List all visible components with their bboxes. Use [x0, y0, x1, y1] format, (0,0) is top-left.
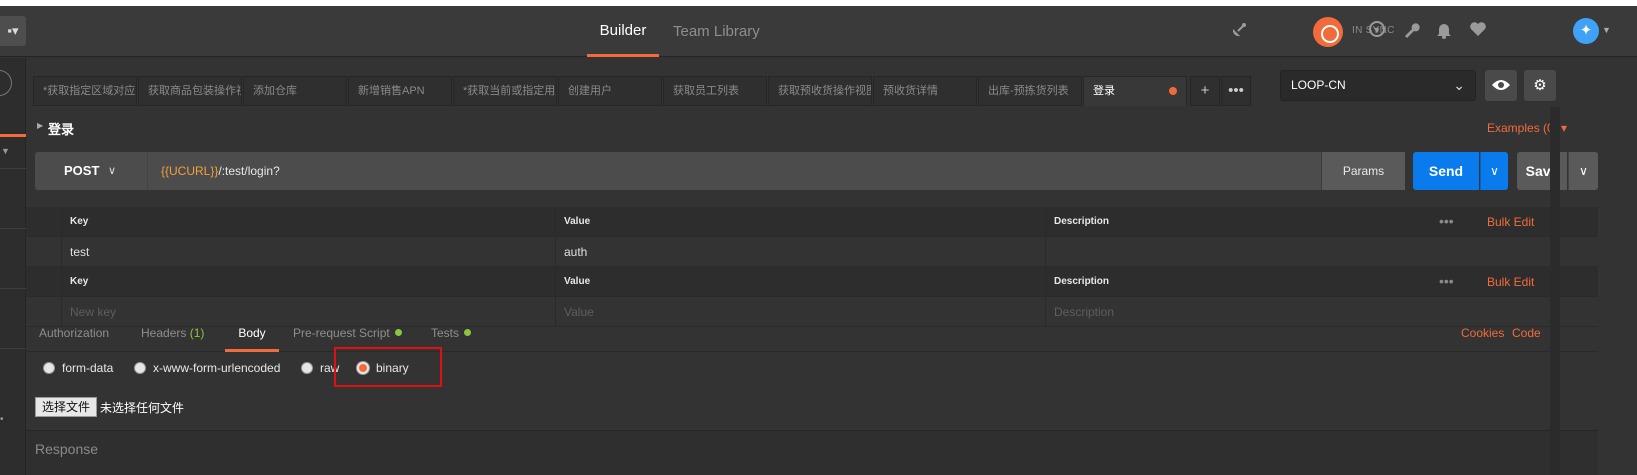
postman-window: ▪▾ Builder Team Library IN SYNC ✦ ▼ ▼ •	[0, 6, 1637, 475]
request-tab-label: 登录	[1093, 85, 1115, 97]
gear-icon[interactable]: ⚙	[1524, 70, 1556, 101]
column-value: Value	[555, 267, 1045, 297]
request-tab[interactable]: 添加仓库	[243, 76, 347, 106]
code-link[interactable]: Code	[1512, 318, 1541, 352]
url-path: /:test/login?	[218, 164, 280, 178]
divider	[0, 228, 26, 229]
table-row: test auth	[26, 237, 1598, 267]
active-dot-icon	[464, 329, 472, 336]
sync-icon[interactable]	[1313, 17, 1343, 47]
method-label: POST	[64, 163, 100, 178]
radio-x-www-form-urlencoded[interactable]: x-www-form-urlencoded	[134, 358, 280, 378]
request-tab[interactable]: 创建用户	[558, 76, 662, 106]
divider	[0, 168, 26, 169]
chevron-down-icon[interactable]: ▼	[1602, 25, 1611, 35]
environment-label: LOOP-CN	[1291, 78, 1346, 92]
bell-icon[interactable]	[1433, 21, 1455, 43]
chevron-right-icon[interactable]: ▶	[37, 121, 43, 130]
save-options-chevron-icon[interactable]: ∨	[1568, 152, 1598, 190]
bulk-edit-link[interactable]: Bulk Edit	[1487, 207, 1534, 237]
eye-icon[interactable]	[1485, 70, 1517, 101]
request-tab[interactable]: 预收货详情	[873, 76, 977, 106]
send-button[interactable]: Send	[1413, 152, 1479, 190]
request-tab-active[interactable]: 登录	[1083, 76, 1187, 106]
request-tab[interactable]: *获取指定区域对应的	[33, 76, 137, 106]
column-key: Key	[61, 207, 555, 237]
request-tab[interactable]: 获取员工列表	[663, 76, 767, 106]
divider	[0, 348, 26, 349]
bulk-edit-link[interactable]: Bulk Edit	[1487, 267, 1534, 297]
chevron-down-icon: ⌄	[1453, 77, 1465, 93]
chevron-down-icon[interactable]: ∨	[108, 164, 116, 177]
more-icon[interactable]: •••	[1439, 207, 1454, 237]
response-panel: Response	[26, 430, 1598, 475]
method-select[interactable]: POST	[35, 152, 147, 190]
top-bar: ▪▾ Builder Team Library IN SYNC ✦ ▼	[0, 6, 1637, 57]
tab-authorization[interactable]: Authorization	[39, 318, 109, 352]
more-tabs-icon[interactable]: •••	[1221, 76, 1251, 106]
send-options-chevron-icon[interactable]: ∨	[1480, 152, 1508, 190]
request-name[interactable]: 登录	[48, 119, 74, 138]
column-value: Value	[555, 207, 1045, 237]
description-cell[interactable]	[1045, 237, 1598, 267]
value-cell[interactable]: auth	[555, 237, 1045, 267]
chevron-down-icon[interactable]: ▼	[1, 146, 10, 156]
table-header: Key Value Description ••• Bulk Edit	[26, 207, 1598, 237]
radio-label: form-data	[62, 361, 114, 375]
heart-icon[interactable]	[1467, 21, 1489, 43]
radio-icon	[43, 362, 55, 374]
request-tab[interactable]: 新增销售APN	[348, 76, 452, 106]
params-button[interactable]: Params	[1321, 152, 1405, 190]
tab-headers-label: Headers	[141, 326, 187, 340]
radio-form-data[interactable]: form-data	[43, 358, 113, 378]
sidebar-active-indicator	[0, 134, 26, 137]
more-icon[interactable]: •••	[1439, 267, 1454, 297]
divider	[0, 288, 26, 289]
new-menu-button[interactable]: ▪▾	[0, 16, 26, 46]
annotation-highlight-box	[334, 347, 442, 387]
active-dot-icon	[394, 329, 402, 336]
wrench-icon[interactable]	[1400, 21, 1422, 43]
unsaved-dot-icon	[1169, 87, 1177, 95]
tab-tests-label: Tests	[431, 326, 460, 340]
radio-icon	[134, 362, 146, 374]
headers-count: (1)	[189, 326, 205, 340]
environment-select[interactable]: LOOP-CN ⌄	[1280, 70, 1476, 101]
scrollbar[interactable]	[1550, 107, 1560, 475]
column-key: Key	[61, 267, 555, 297]
choose-file-button[interactable]: 选择文件	[35, 397, 97, 417]
satellite-icon[interactable]	[1228, 21, 1250, 43]
add-tab-button[interactable]: +	[1190, 76, 1220, 106]
radio-icon	[301, 362, 313, 374]
tab-prerequest-label: Pre-request Script	[293, 326, 390, 340]
request-tab[interactable]: 获取预收货操作视图	[768, 76, 872, 106]
search-icon[interactable]	[0, 70, 12, 96]
response-label: Response	[35, 441, 99, 457]
request-section-tabs: Authorization Headers (1) Body Pre-reque…	[26, 318, 1598, 352]
tab-team-library[interactable]: Team Library	[673, 6, 760, 57]
request-tab[interactable]: 出库-预拣货列表	[978, 76, 1082, 106]
cookies-link[interactable]: Cookies	[1461, 318, 1504, 352]
table-header: Key Value Description ••• Bulk Edit	[26, 267, 1598, 297]
examples-label: Examples (0)	[1487, 121, 1558, 135]
file-status: 未选择任何文件	[100, 401, 185, 415]
globe-icon[interactable]	[1366, 21, 1388, 43]
url-input[interactable]: {{UCURL}}/:test/login?	[147, 152, 1321, 190]
radio-label: x-www-form-urlencoded	[153, 361, 281, 375]
user-avatar-icon[interactable]: ✦	[1573, 18, 1599, 44]
sidebar: ▼ •	[0, 58, 26, 475]
request-tab[interactable]: *获取当前或指定用户	[453, 76, 557, 106]
url-variable: {{UCURL}}	[161, 164, 219, 178]
dot-icon: •	[0, 414, 4, 425]
tab-builder[interactable]: Builder	[587, 6, 659, 57]
request-tab[interactable]: 获取商品包装操作视	[138, 76, 242, 106]
tab-headers[interactable]: Headers (1)	[141, 318, 204, 352]
key-cell[interactable]: test	[61, 237, 555, 267]
tab-body[interactable]: Body	[225, 318, 279, 352]
